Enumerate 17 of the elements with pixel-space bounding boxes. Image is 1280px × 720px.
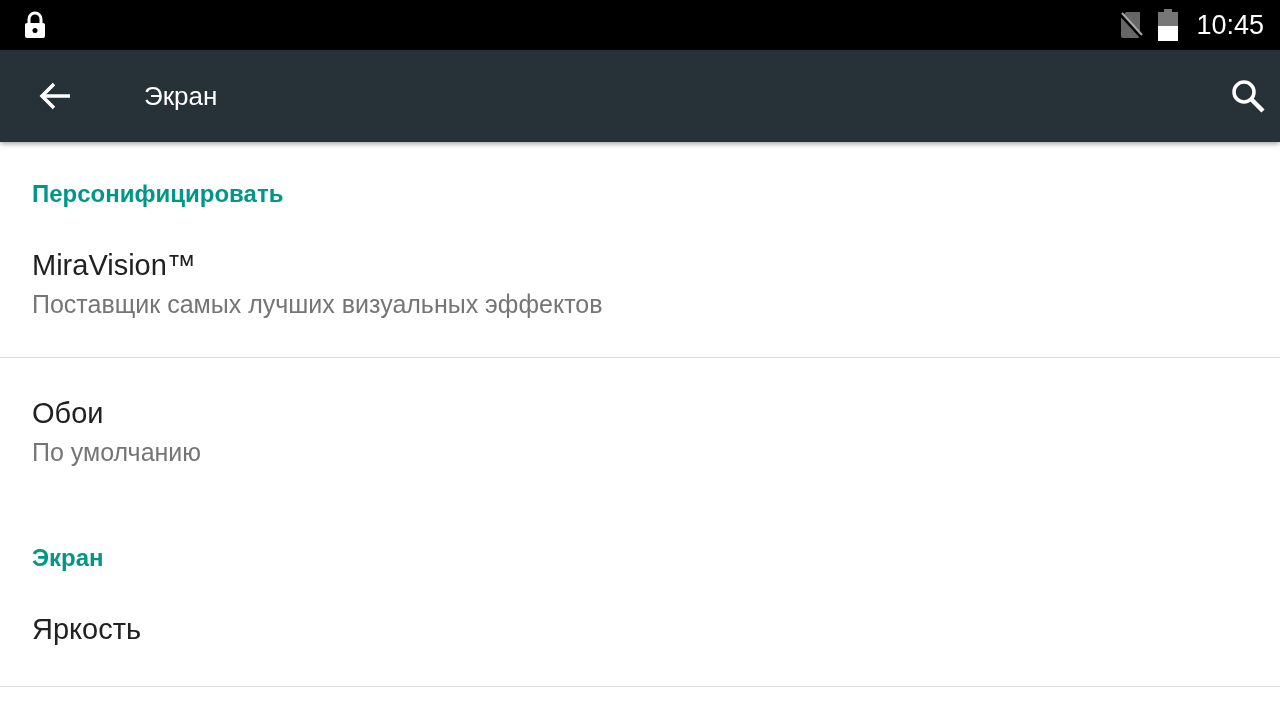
section-header: Экран [31, 543, 105, 573]
item-summary: По умолчанию [32, 438, 203, 467]
battery-icon [1158, 9, 1179, 41]
settings-item[interactable]: Яркость [0, 574, 1280, 687]
settings-item[interactable]: Обои По умолчанию [0, 358, 1280, 506]
settings-item[interactable]: MiraVision™ Поставщик самых лучших визуальных эффектов [0, 210, 1280, 358]
item-title: Яркость [32, 612, 143, 646]
section-header: Персонифицировать [31, 179, 285, 209]
search-button[interactable] [1230, 78, 1266, 114]
clock-time: 10:45 [1196, 9, 1264, 41]
item-summary: Поставщик самых лучших визуальных эффектов [32, 289, 604, 319]
item-title: Обои [32, 397, 105, 430]
screen-title: Экран [144, 80, 218, 112]
item-title: MiraVision™ [32, 248, 197, 282]
no-sim-icon [1118, 10, 1145, 40]
back-button[interactable] [38, 81, 72, 111]
lock-icon [24, 11, 46, 39]
